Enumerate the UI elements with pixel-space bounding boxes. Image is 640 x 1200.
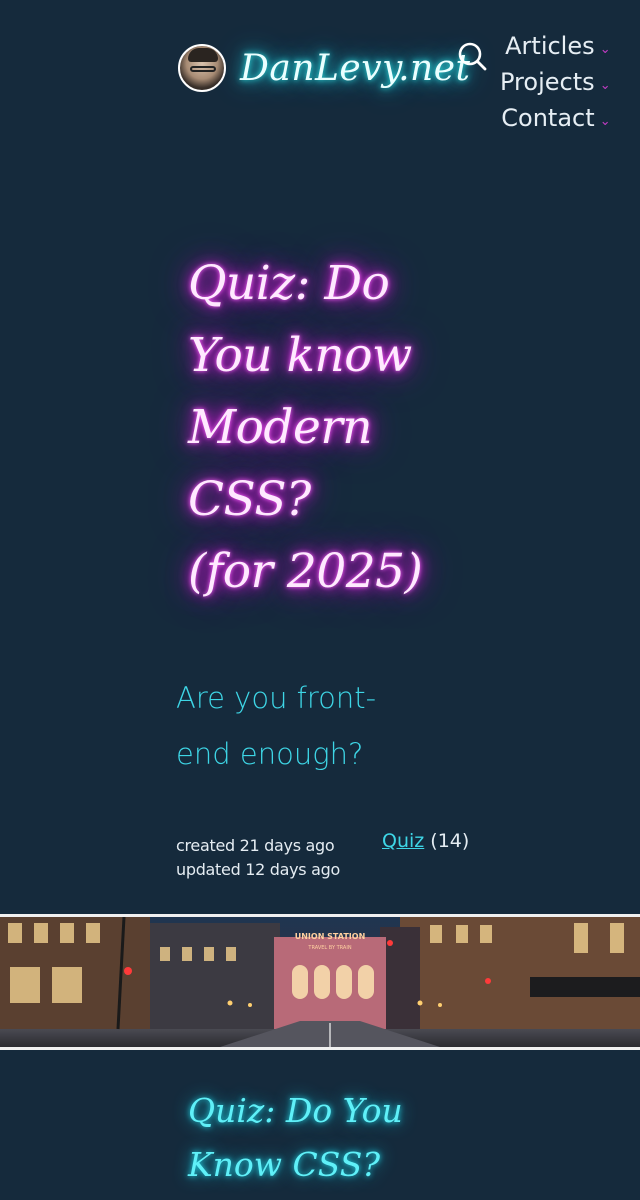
- chevron-down-icon: ⌄: [599, 114, 611, 129]
- main-nav: Articles ⌄ Projects ⌄ Contact ⌄: [500, 28, 611, 136]
- nav-item-projects[interactable]: Projects ⌄: [500, 64, 611, 100]
- nav-item-contact[interactable]: Contact ⌄: [500, 100, 611, 136]
- search-icon[interactable]: [456, 40, 488, 72]
- post-subtitle-line: end enough?: [176, 737, 364, 771]
- created-date: created 21 days ago: [176, 836, 335, 855]
- category-link[interactable]: Quiz: [382, 830, 424, 852]
- post-dates: created 21 days ago updated 12 days ago: [176, 834, 340, 882]
- nav-item-label: Articles: [505, 32, 595, 60]
- updated-date: updated 12 days ago: [176, 860, 340, 879]
- post-subtitle-line: Are you front-: [176, 681, 377, 715]
- post-title-line: Modern: [188, 400, 373, 455]
- post-title-line: Quiz: Do: [188, 256, 390, 311]
- sign-line1: UNION STATION: [295, 932, 366, 941]
- home-link[interactable]: DanLevy.net: [178, 44, 471, 92]
- post-title: Quiz: Do You know Modern CSS? (for 2025): [188, 248, 488, 608]
- related-title-line: Quiz: Do You: [188, 1091, 403, 1130]
- nav-item-label: Projects: [500, 68, 595, 96]
- post-category: Quiz (14): [382, 830, 469, 852]
- site-name: DanLevy.net: [240, 47, 471, 89]
- avatar: [178, 44, 226, 92]
- related-post-title[interactable]: Quiz: Do You Know CSS?: [188, 1084, 448, 1192]
- sign-line2: TRAVEL BY TRAIN: [307, 945, 351, 951]
- nav-item-label: Contact: [501, 104, 595, 132]
- category-count: (14): [430, 830, 470, 852]
- nav-item-articles[interactable]: Articles ⌄: [500, 28, 611, 64]
- post-title-line: CSS?: [188, 472, 311, 527]
- site-header: DanLevy.net Articles ⌄ Projects ⌄ Contac…: [0, 0, 640, 180]
- union-station-photo: UNION STATION TRAVEL BY TRAIN: [0, 917, 640, 1047]
- hero-image: UNION STATION TRAVEL BY TRAIN: [0, 914, 640, 1050]
- post-title-line: You know: [188, 328, 412, 383]
- related-title-line: Know CSS?: [188, 1145, 381, 1184]
- chevron-down-icon: ⌄: [599, 78, 611, 93]
- post-subtitle: Are you front- end enough?: [176, 670, 416, 782]
- post-title-line: (for 2025): [188, 544, 423, 599]
- chevron-down-icon: ⌄: [599, 42, 611, 57]
